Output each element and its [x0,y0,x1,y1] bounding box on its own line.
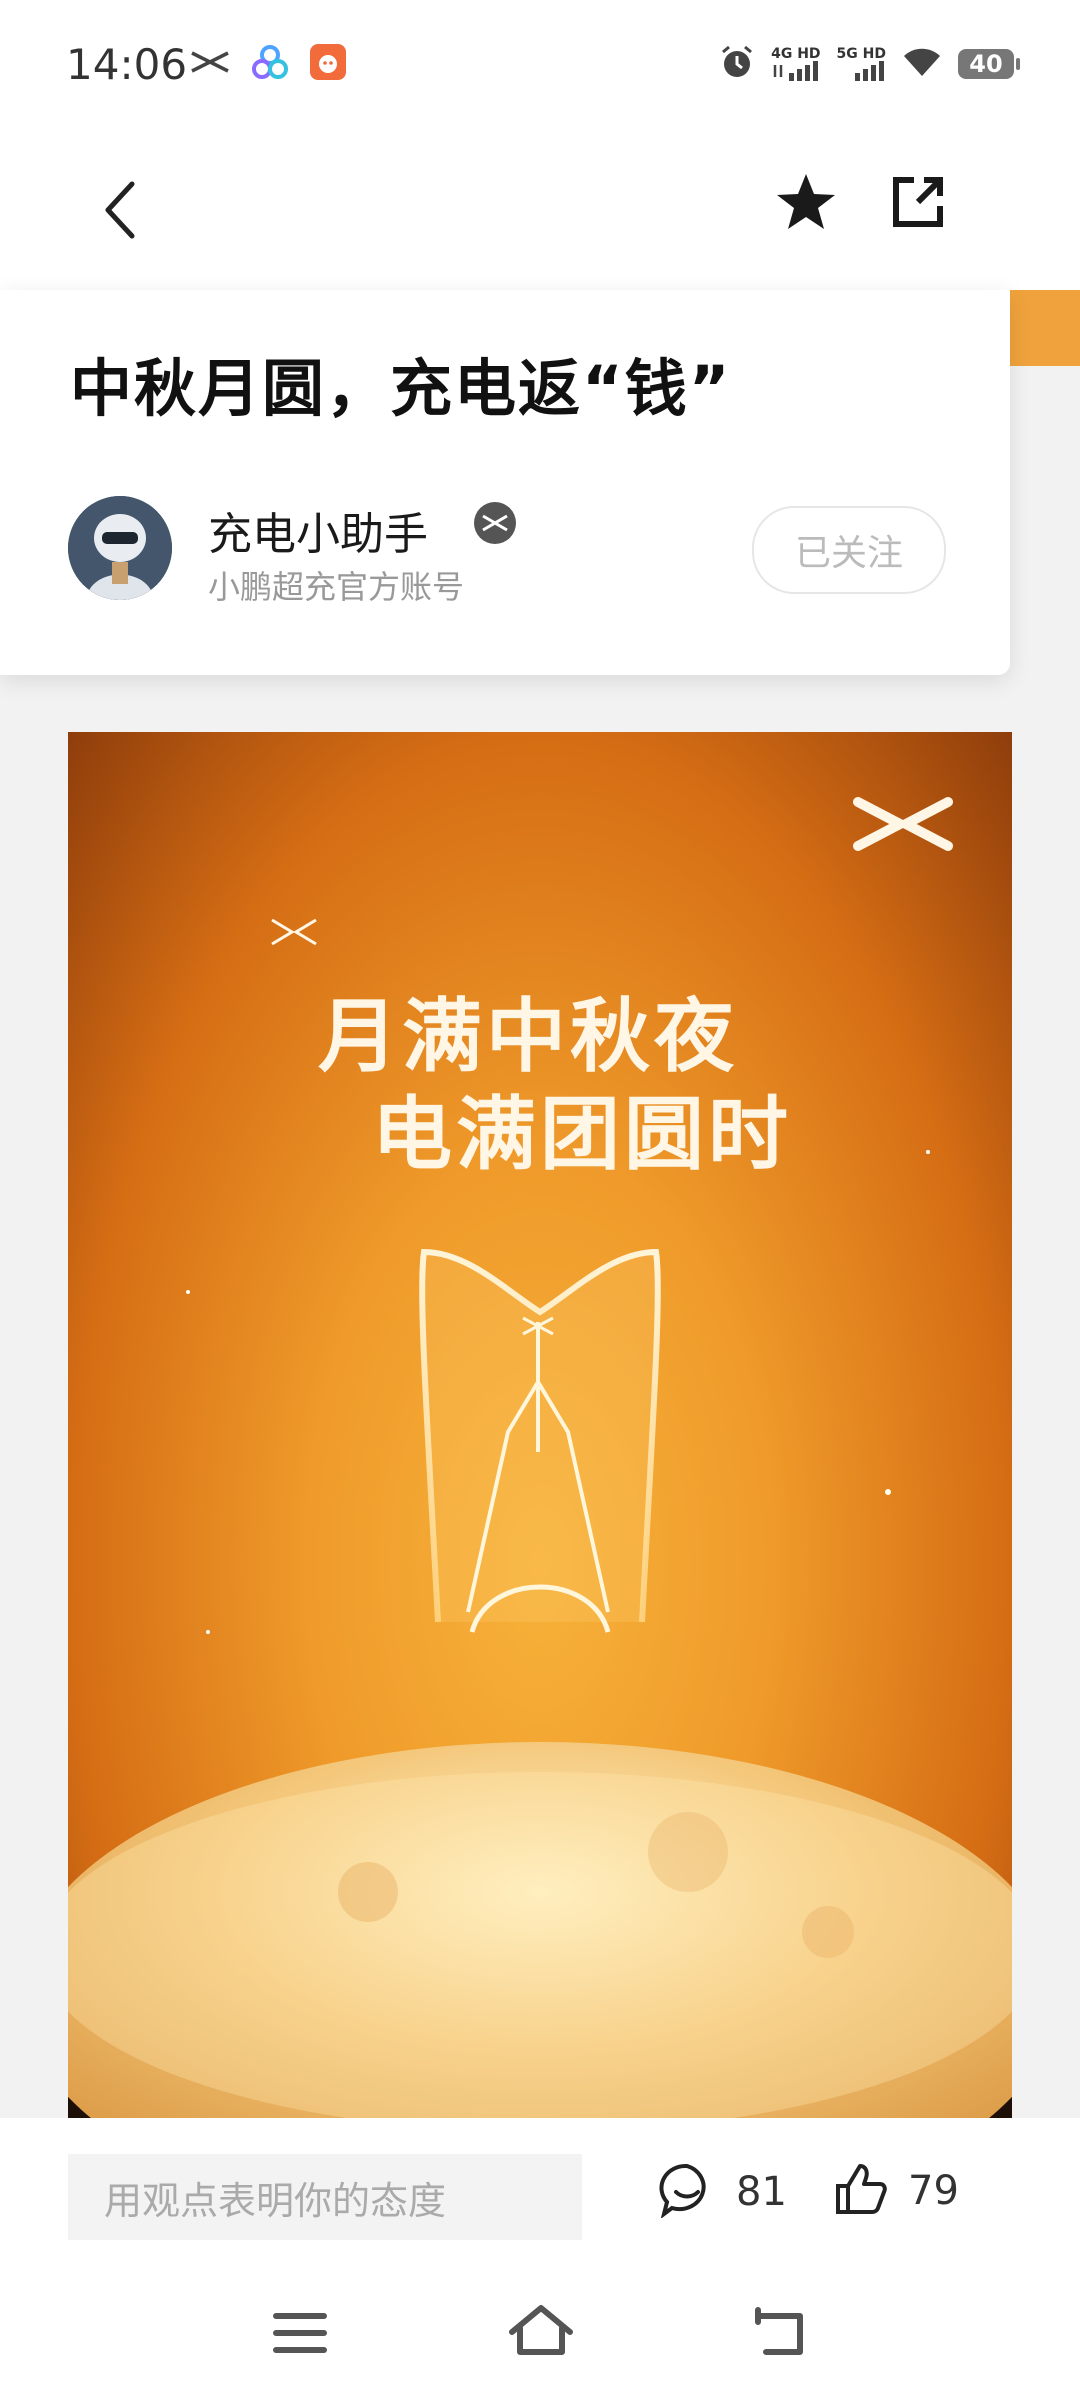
comment-count: 81 [736,2169,787,2215]
status-app-icons [190,44,346,84]
top-nav [0,130,1080,290]
back-icon[interactable] [90,170,150,250]
side-accent [1010,290,1080,366]
poster-headline-line2: 电满团圆时 [372,1088,792,1181]
battery-icon: 40 [958,49,1020,79]
thumbs-up-icon [834,2162,888,2220]
author-name[interactable]: 充电小助手 [208,498,428,562]
article-title: 中秋月圆，充电返“钱” [70,352,732,425]
orange-app-icon [310,44,346,84]
signal-group-1: 4G HD [771,46,821,81]
signal-label-1: 4G HD [771,46,821,62]
like-button[interactable]: 79 [834,2162,959,2220]
follow-button[interactable]: 已关注 [752,506,946,594]
status-right: 4G HD 5G HD 40 [719,44,1020,84]
signal-label-2: 5G HD [836,46,886,62]
comment-input[interactable]: 用观点表明你的态度 [68,2154,582,2240]
comment-button[interactable]: 81 [658,2162,787,2222]
avatar[interactable] [68,496,172,600]
signal-icon [773,61,819,81]
back-nav-icon[interactable] [752,2306,808,2362]
status-bar: 14:06 4G HD 5G HD 40 [0,0,1080,130]
home-icon[interactable] [508,2302,574,2362]
poster-artwork [68,797,1012,2118]
article-poster-image: 月满中秋夜 电满团圆时 [68,732,1012,2118]
wifi-icon [902,46,942,82]
article-header-card: 中秋月圆，充电返“钱” 充电小助手 小鹏超充官方账号 已关注 [0,290,1010,675]
alarm-icon [719,44,755,84]
like-count: 79 [908,2168,959,2214]
menu-icon[interactable] [272,2308,328,2362]
star-icon[interactable] [774,170,838,234]
signal-icon [854,61,884,81]
signal-group-2: 5G HD [837,47,886,81]
verified-badge-icon [474,502,516,544]
comment-icon [658,2162,716,2222]
comment-bar: 用观点表明你的态度 81 79 [0,2118,1080,2268]
author-description: 小鹏超充官方账号 [208,568,465,606]
system-nav-bar [0,2268,1080,2400]
share-icon[interactable] [888,172,948,232]
xpeng-logo-icon [190,50,230,78]
status-time: 14:06 [66,40,188,89]
cluster-app-icon [252,45,288,83]
